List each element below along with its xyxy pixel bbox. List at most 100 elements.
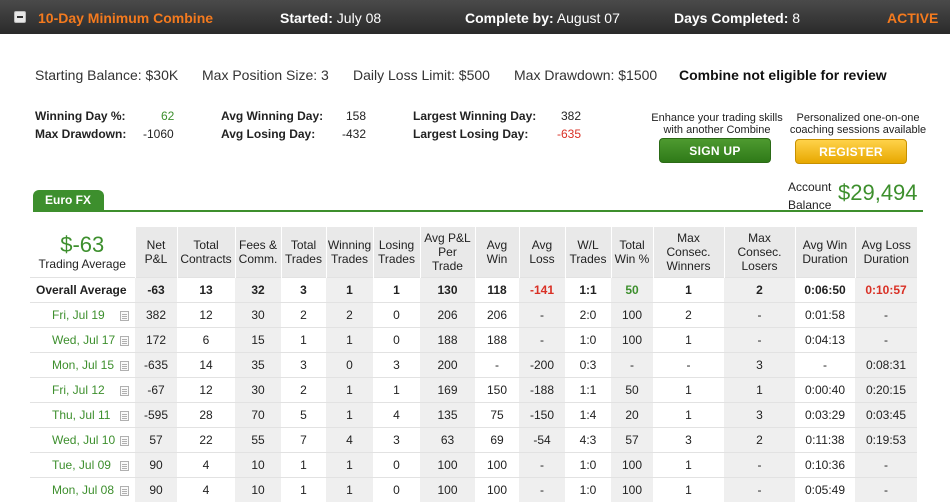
- table-cell: 382: [135, 301, 177, 327]
- table-cell: 3: [373, 426, 420, 452]
- notes-icon[interactable]: [120, 410, 129, 421]
- table-cell: -63: [135, 276, 177, 302]
- tab-euro-fx[interactable]: Euro FX: [33, 190, 104, 211]
- day-label[interactable]: Wed, Jul 17: [52, 333, 115, 347]
- column-header: Avg Win: [474, 227, 519, 277]
- table-cell: 0:05:49: [795, 476, 855, 502]
- table-cell: 135: [420, 401, 475, 427]
- day-label[interactable]: Wed, Jul 10: [52, 433, 115, 447]
- table-cell: 4: [326, 426, 373, 452]
- table-cell: 7: [281, 426, 326, 452]
- table-cell: 90: [135, 476, 177, 502]
- table-row: Mon, Jul 08 90 4 10 1 1 0 100 100-1:0 100 1-0:05:4…: [30, 476, 917, 502]
- days-info: Days Completed: 8: [674, 10, 800, 26]
- sign-up-button[interactable]: SIGN UP: [659, 138, 771, 163]
- notes-icon[interactable]: [120, 485, 129, 496]
- table-cell: 6: [177, 326, 235, 352]
- avg-winning-day-label: Avg Winning Day:: [221, 109, 324, 123]
- table-cell: 0:11:38: [795, 426, 855, 452]
- day-label[interactable]: Fri, Jul 12: [52, 383, 105, 397]
- table-row: Wed, Jul 10 57 22 55 7 4 3 63 69 -54 4:3 57 3 2 0:11:3…: [30, 426, 917, 452]
- column-header: Avg Loss: [518, 227, 565, 277]
- day-link[interactable]: Fri, Jul 12: [30, 376, 135, 402]
- table-cell: 0: [373, 301, 420, 327]
- table-cell: 57: [135, 426, 177, 452]
- table-cell: -200: [519, 351, 565, 377]
- day-label[interactable]: Mon, Jul 08: [52, 483, 114, 497]
- register-button[interactable]: REGISTER: [795, 139, 907, 164]
- day-label[interactable]: Fri, Jul 19: [52, 308, 105, 322]
- header-bar: 10-Day Minimum Combine Started: July 08 …: [0, 0, 950, 34]
- table-cell: 1:1: [565, 376, 611, 402]
- notes-icon[interactable]: [120, 310, 129, 321]
- table-cell: 150: [475, 376, 519, 402]
- notes-icon[interactable]: [120, 385, 129, 396]
- table-cell: -: [724, 301, 795, 327]
- trading-average-label: Trading Average: [38, 256, 126, 271]
- day-link[interactable]: Fri, Jul 19: [30, 301, 135, 327]
- table-cell: -: [855, 476, 917, 502]
- table-cell: 90: [135, 451, 177, 477]
- table-cell: 63: [420, 426, 475, 452]
- column-header: W/L Trades: [564, 227, 611, 277]
- day-label[interactable]: Tue, Jul 09: [52, 458, 111, 472]
- table-row: Mon, Jul 15 -635 14 35 3 0 3 200- -200 0:3- -3-0:0…: [30, 351, 917, 377]
- day-link[interactable]: Thu, Jul 11: [30, 401, 135, 427]
- table-cell: 30: [235, 376, 281, 402]
- collapse-icon[interactable]: [14, 11, 26, 23]
- signup-promo-text: Enhance your trading skills with another…: [646, 112, 788, 136]
- combine-title: 10-Day Minimum Combine: [38, 10, 214, 26]
- table-cell: 57: [611, 426, 653, 452]
- table-cell: 1: [326, 276, 373, 302]
- table-cell: 100: [611, 326, 653, 352]
- max-drawdown-label: Max Drawdown:: [35, 127, 127, 141]
- day-link[interactable]: Mon, Jul 15: [30, 351, 135, 377]
- table-cell: 0: [373, 476, 420, 502]
- table-cell: 1: [724, 376, 795, 402]
- table-cell: 1: [326, 401, 373, 427]
- table-cell: 0:08:31: [855, 351, 917, 377]
- winning-day-pct-label: Winning Day %:: [35, 109, 126, 123]
- signup-promo-line-1: Enhance your trading skills: [651, 112, 783, 124]
- table-cell: 0:10:57: [855, 276, 917, 302]
- column-header: Avg Win Duration: [794, 227, 855, 277]
- account-label-line-1: Account: [788, 180, 832, 194]
- table-cell: 10: [235, 451, 281, 477]
- day-link[interactable]: Mon, Jul 08: [30, 476, 135, 502]
- table-cell: 2: [281, 301, 326, 327]
- table-cell: 130: [420, 276, 475, 302]
- day-link[interactable]: Tue, Jul 09: [30, 451, 135, 477]
- table-cell: 1: [326, 476, 373, 502]
- table-header-row: $-63 Trading Average Net P&L Total Contr…: [30, 227, 917, 277]
- table-cell: 1: [653, 401, 724, 427]
- table-cell: -: [475, 351, 519, 377]
- notes-icon[interactable]: [120, 435, 129, 446]
- largest-losing-day-value: -635: [557, 127, 582, 141]
- table-cell: 1:0: [565, 476, 611, 502]
- notes-icon[interactable]: [120, 360, 129, 371]
- table-cell: 10: [235, 476, 281, 502]
- table-cell: -150: [519, 401, 565, 427]
- table-cell: 1: [653, 326, 724, 352]
- table-row: Thu, Jul 11 -595 28 70 5 1 4 135 75 -150 1:4 20 1 3 0:…: [30, 401, 917, 427]
- table-cell: 2: [281, 376, 326, 402]
- table-cell: 1: [653, 376, 724, 402]
- table-cell: 2: [724, 426, 795, 452]
- table-cell: 4: [177, 451, 235, 477]
- day-link[interactable]: Wed, Jul 17: [30, 326, 135, 352]
- day-label[interactable]: Mon, Jul 15: [52, 358, 114, 372]
- notes-icon[interactable]: [120, 460, 129, 471]
- table-cell: 100: [475, 451, 519, 477]
- table-cell: 1: [326, 376, 373, 402]
- tab-underline: [33, 210, 923, 212]
- table-row: Wed, Jul 17 172 6 15 1 1 0 188 188-1:0 100 1-0:04:…: [30, 326, 917, 352]
- table-cell: 30: [235, 301, 281, 327]
- day-label[interactable]: Thu, Jul 11: [52, 408, 110, 422]
- table-cell: 4: [373, 401, 420, 427]
- table-cell: 32: [235, 276, 281, 302]
- column-header: Total Trades: [280, 227, 326, 277]
- notes-icon[interactable]: [120, 335, 129, 346]
- day-link[interactable]: Wed, Jul 10: [30, 426, 135, 452]
- days-value: 8: [792, 10, 801, 26]
- max-drawdown-rule: Max Drawdown: $1500: [514, 67, 658, 83]
